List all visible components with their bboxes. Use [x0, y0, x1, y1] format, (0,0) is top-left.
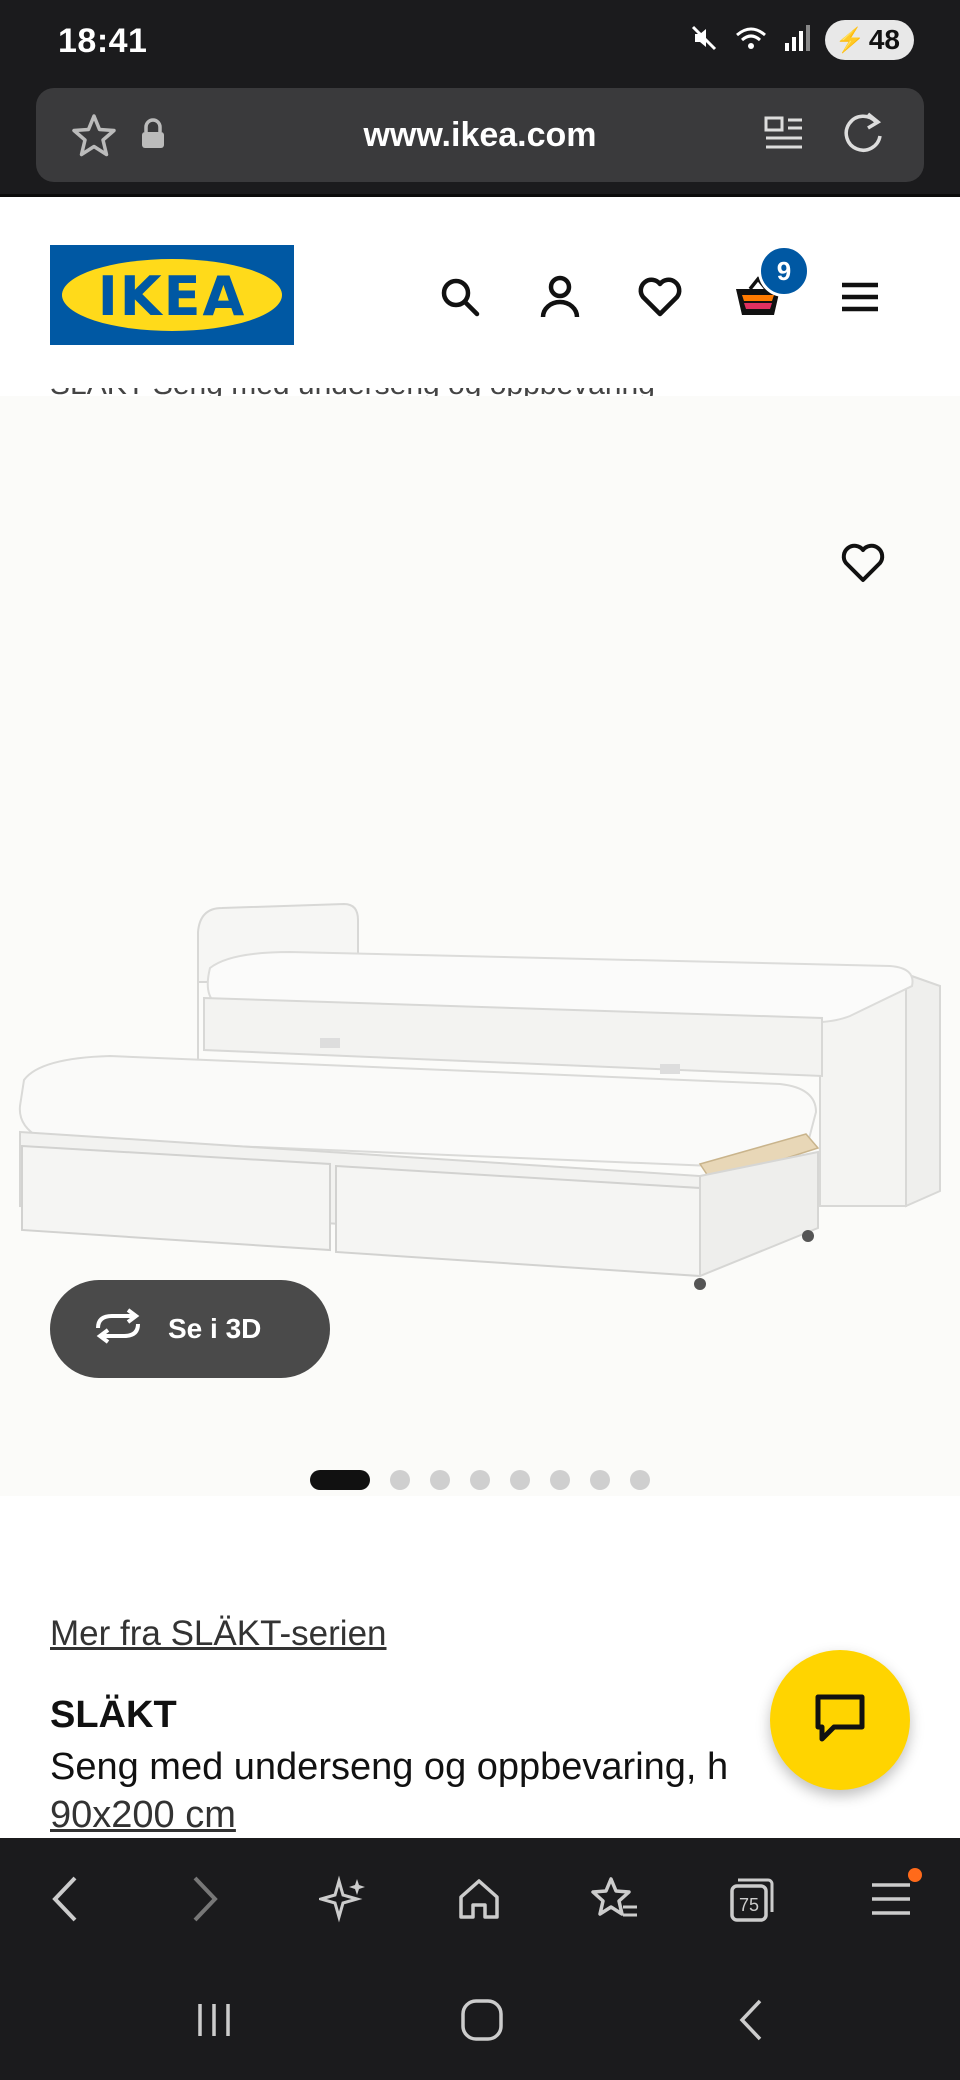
status-time: 18:41: [58, 22, 148, 60]
bookmarks-icon[interactable]: [580, 1864, 650, 1934]
gallery-pagination: [0, 1470, 960, 1490]
gallery-dot[interactable]: [630, 1470, 650, 1490]
system-back-icon[interactable]: [722, 1990, 782, 2050]
product-image: [18, 902, 941, 1290]
menu-icon[interactable]: [832, 269, 888, 325]
product-size-link[interactable]: 90x200 cm: [50, 1794, 236, 1838]
gallery-dot[interactable]: [550, 1470, 570, 1490]
series-link[interactable]: Mer fra SLÄKT-serien: [50, 1614, 387, 1654]
wifi-icon: [733, 23, 769, 58]
tabs-icon[interactable]: 75: [716, 1864, 786, 1934]
gallery-dot[interactable]: [390, 1470, 410, 1490]
header-icons: 9: [0, 245, 960, 329]
chat-icon: [814, 1693, 866, 1748]
back-icon[interactable]: [30, 1864, 100, 1934]
status-icons: ⚡ 48: [689, 20, 914, 60]
battery-indicator: ⚡ 48: [824, 20, 914, 60]
forward-icon[interactable]: [170, 1864, 240, 1934]
wishlist-icon[interactable]: [632, 269, 688, 325]
add-to-wishlist-icon[interactable]: [840, 542, 886, 589]
browser-bottom-toolbar: 75: [0, 1838, 960, 1960]
product-name: SLÄKT: [50, 1694, 177, 1736]
gallery-dot[interactable]: [430, 1470, 450, 1490]
search-icon[interactable]: [432, 269, 488, 325]
signal-icon: [783, 23, 811, 58]
browser-top-bar: www.ikea.com: [0, 84, 960, 194]
product-description: Seng med underseng og oppbevaring, h: [50, 1746, 729, 1788]
reader-mode-icon[interactable]: [762, 112, 806, 161]
view-3d-button[interactable]: Se i 3D: [50, 1280, 330, 1378]
home-icon[interactable]: [444, 1864, 514, 1934]
gallery-dot[interactable]: [590, 1470, 610, 1490]
gallery-dot[interactable]: [310, 1470, 370, 1490]
home-button-icon[interactable]: [452, 1990, 512, 2050]
browser-menu-icon[interactable]: [856, 1864, 926, 1934]
chat-button[interactable]: [770, 1650, 910, 1790]
view-3d-label: Se i 3D: [168, 1313, 262, 1344]
reload-icon[interactable]: [838, 108, 888, 163]
url-bar[interactable]: www.ikea.com: [36, 88, 924, 182]
rotate-3d-icon: [92, 1307, 144, 1351]
product-image-gallery[interactable]: Se i 3D: [0, 396, 960, 1496]
account-icon[interactable]: [532, 269, 588, 325]
cart-count-badge: 9: [758, 245, 810, 297]
notification-dot: [908, 1868, 922, 1882]
mute-icon: [689, 23, 719, 58]
gallery-dot[interactable]: [470, 1470, 490, 1490]
recent-apps-icon[interactable]: [184, 1990, 244, 2050]
gallery-dot[interactable]: [510, 1470, 530, 1490]
status-bar: 18:41 ⚡ 48: [0, 0, 960, 84]
site-header: IKEA 9: [0, 194, 960, 394]
system-nav-bar: [0, 1960, 960, 2080]
ai-sparkle-icon[interactable]: [308, 1864, 378, 1934]
charging-icon: ⚡: [834, 26, 865, 54]
battery-level: 48: [868, 24, 900, 55]
tab-count: 75: [739, 1895, 759, 1915]
